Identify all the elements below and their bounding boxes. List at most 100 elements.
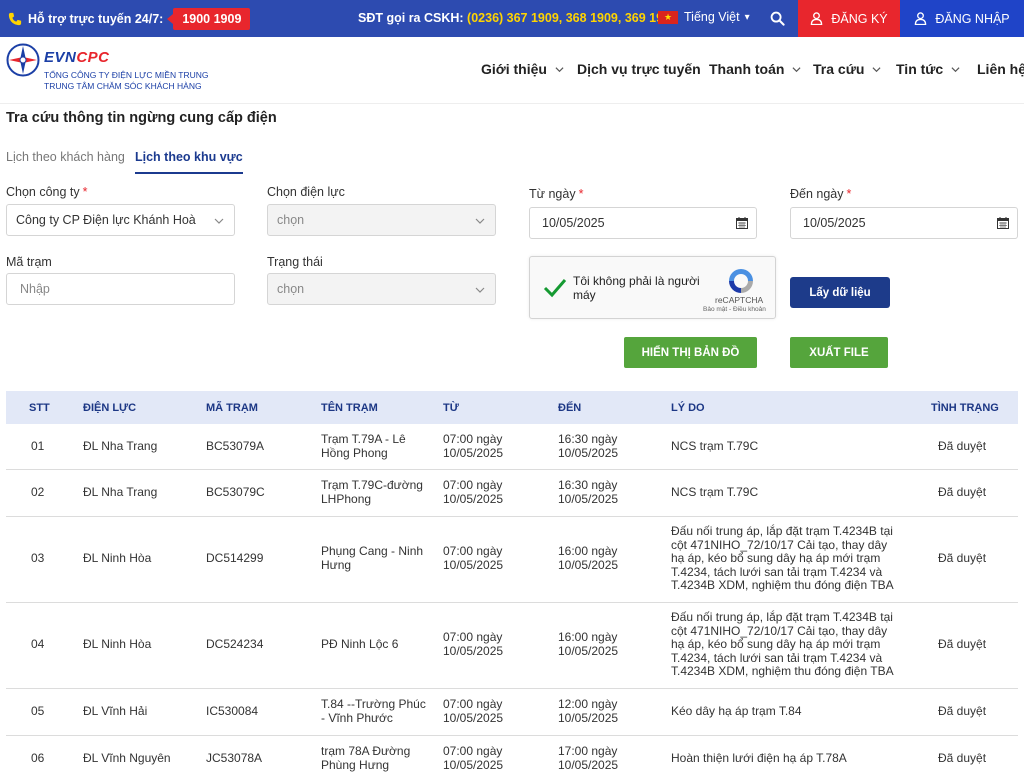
- nav-label: Dịch vụ trực tuyến: [577, 61, 701, 77]
- cell-ten-tram: Trạm T.79C-đường LHPhong: [321, 478, 423, 506]
- chevron-down-icon: [475, 218, 485, 224]
- nav-label: Thanh toán: [709, 61, 785, 77]
- hotline-number[interactable]: 1900 1909: [167, 7, 251, 30]
- search-icon[interactable]: [770, 11, 785, 26]
- cell-tinh-trang: Đã duyệt: [938, 704, 987, 718]
- from-date-input[interactable]: 10/05/2025: [529, 207, 757, 239]
- calendar-icon[interactable]: [997, 217, 1009, 229]
- required-mark: *: [578, 187, 584, 201]
- status-select[interactable]: chọn: [267, 273, 496, 305]
- cell-den: 16:30 ngày 10/05/2025: [558, 432, 619, 460]
- cell-ten-tram: Trạm T.79A - Lê Hồng Phong: [321, 432, 406, 460]
- recaptcha-links[interactable]: Bảo mật - Điều khoản: [703, 306, 766, 313]
- cell-ma-tram: IC530084: [206, 704, 259, 718]
- register-label: ĐĂNG KÝ: [831, 11, 888, 26]
- calendar-icon[interactable]: [736, 217, 748, 229]
- cell-tu: 07:00 ngày 10/05/2025: [443, 478, 504, 506]
- cell-ten-tram: trạm 78A Đường Phùng Hưng: [321, 744, 411, 772]
- logo-text: EVNCPC TỔNG CÔNG TY ĐIỆN LỰC MIỀN TRUNG …: [44, 49, 209, 92]
- column-header-den: ĐẾN: [558, 402, 582, 414]
- chevron-down-icon: [792, 66, 801, 72]
- nav-item-gioi-thieu[interactable]: Giới thiệu: [481, 61, 564, 77]
- language-selector[interactable]: Tiếng Việt ▾: [658, 10, 750, 24]
- logo-subtitle-1: TỔNG CÔNG TY ĐIỆN LỰC MIỀN TRUNG: [44, 70, 209, 80]
- cell-tu: 07:00 ngày 10/05/2025: [443, 630, 504, 658]
- nav-item-tra-cuu[interactable]: Tra cứu: [813, 61, 881, 77]
- cell-dien-luc: ĐL Ninh Hòa: [83, 637, 152, 651]
- cell-tinh-trang: Đã duyệt: [938, 485, 987, 499]
- cell-den: 16:30 ngày 10/05/2025: [558, 478, 619, 506]
- company-label-text: Chọn công ty: [6, 185, 80, 199]
- cell-tu: 07:00 ngày 10/05/2025: [443, 544, 504, 572]
- page-title: Tra cứu thông tin ngừng cung cấp điện: [6, 110, 277, 126]
- cell-ly-do: Đấu nối trung áp, lắp đặt trạm T.4234B t…: [671, 524, 894, 592]
- table-header: STT ĐIỆN LỰC MÃ TRẠM TÊN TRẠM TỪ ĐẾN LÝ …: [6, 391, 1018, 424]
- tab-area-schedule[interactable]: Lịch theo khu vực: [135, 150, 243, 174]
- nav-label: Tin tức: [896, 61, 944, 77]
- cell-den: 12:00 ngày 10/05/2025: [558, 697, 619, 725]
- power-select[interactable]: chọn: [267, 204, 496, 236]
- site-header: EVNCPC TỔNG CÔNG TY ĐIỆN LỰC MIỀN TRUNG …: [0, 37, 1024, 104]
- login-label: ĐĂNG NHẬP: [935, 11, 1010, 26]
- status-placeholder: chọn: [277, 282, 305, 296]
- evn-logo[interactable]: EVNCPC TỔNG CÔNG TY ĐIỆN LỰC MIỀN TRUNG …: [6, 43, 209, 92]
- cell-dien-luc: ĐL Nha Trang: [83, 485, 158, 499]
- nav-item-dich-vu[interactable]: Dịch vụ trực tuyến: [577, 61, 701, 77]
- recaptcha-text: Tôi không phải là người máy: [573, 274, 700, 302]
- recaptcha-brand: reCAPTCHA: [715, 295, 764, 305]
- station-input[interactable]: Nhập: [6, 273, 235, 305]
- cell-ly-do: Kéo dây hạ áp trạm T.84: [671, 704, 802, 718]
- table-row: 05 ĐL Vĩnh Hải IC530084 T.84 --Trường Ph…: [6, 689, 1018, 736]
- tab-customer-schedule[interactable]: Lịch theo khách hàng: [6, 150, 125, 172]
- show-map-button[interactable]: HIỂN THỊ BẢN ĐỒ: [624, 337, 757, 368]
- checkmark-icon[interactable]: [542, 275, 568, 301]
- company-label: Chọn công ty *: [6, 185, 88, 199]
- cell-ma-tram: BC53079A: [206, 439, 265, 453]
- brand-name: EVNCPC: [44, 49, 209, 66]
- company-value: Công ty CP Điện lực Khánh Hoà: [16, 213, 196, 227]
- login-button[interactable]: ĐĂNG NHẬP: [900, 0, 1024, 37]
- export-file-button[interactable]: XUẤT FILE: [790, 337, 888, 368]
- station-label: Mã trạm: [6, 255, 52, 269]
- nav-label: Giới thiệu: [481, 61, 547, 77]
- cell-ten-tram: Phụng Cang - Ninh Hưng: [321, 544, 424, 572]
- cell-ma-tram: JC53078A: [206, 751, 263, 765]
- recaptcha-logo-icon: [729, 269, 753, 293]
- required-mark: *: [846, 187, 852, 201]
- cell-tu: 07:00 ngày 10/05/2025: [443, 432, 504, 460]
- outage-table: STT ĐIỆN LỰC MÃ TRẠM TÊN TRẠM TỪ ĐẾN LÝ …: [6, 391, 1018, 781]
- cell-den: 16:00 ngày 10/05/2025: [558, 630, 619, 658]
- from-date-label: Từ ngày *: [529, 187, 583, 201]
- nav-label: Tra cứu: [813, 61, 865, 77]
- cell-stt: 02: [31, 485, 45, 499]
- cell-stt: 01: [31, 439, 45, 453]
- chevron-down-icon: ▾: [744, 11, 750, 23]
- register-button[interactable]: ĐĂNG KÝ: [798, 0, 900, 37]
- to-date-label: Đến ngày *: [790, 187, 851, 201]
- recaptcha-widget[interactable]: Tôi không phải là người máy reCAPTCHA Bả…: [529, 256, 776, 319]
- cell-dien-luc: ĐL Vĩnh Hải: [83, 704, 148, 718]
- nav-item-lien-he[interactable]: Liên hệ: [977, 61, 1024, 77]
- nav-label: Liên hệ: [977, 61, 1024, 77]
- status-label: Trạng thái: [267, 255, 323, 269]
- cell-ten-tram: T.84 --Trường Phúc - Vĩnh Phước: [321, 697, 426, 725]
- chevron-down-icon: [872, 66, 881, 72]
- nav-item-thanh-toan[interactable]: Thanh toán: [709, 61, 801, 77]
- to-date-input[interactable]: 10/05/2025: [790, 207, 1018, 239]
- cell-stt: 03: [31, 551, 45, 565]
- language-label: Tiếng Việt: [684, 10, 740, 24]
- column-header-ma-tram: MÃ TRẠM: [206, 402, 258, 414]
- fetch-data-button[interactable]: Lấy dữ liệu: [790, 277, 890, 308]
- table-row: 03 ĐL Ninh Hòa DC514299 Phụng Cang - Nin…: [6, 517, 1018, 603]
- cskh-numbers[interactable]: (0236) 367 1909, 368 1909, 369 1909: [467, 11, 677, 25]
- logo-subtitle-2: TRUNG TÂM CHĂM SÓC KHÁCH HÀNG: [44, 81, 202, 91]
- nav-item-tin-tuc[interactable]: Tin tức: [896, 61, 960, 77]
- user-icon: [811, 12, 823, 25]
- column-header-ly-do: LÝ DO: [671, 402, 705, 414]
- cell-den: 16:00 ngày 10/05/2025: [558, 544, 619, 572]
- company-select[interactable]: Công ty CP Điện lực Khánh Hoà: [6, 204, 235, 236]
- table-row: 06 ĐL Vĩnh Nguyên JC53078A trạm 78A Đườn…: [6, 736, 1018, 781]
- cell-ly-do: NCS trạm T.79C: [671, 485, 759, 499]
- cell-dien-luc: ĐL Ninh Hòa: [83, 551, 152, 565]
- cell-ma-tram: DC524234: [206, 637, 264, 651]
